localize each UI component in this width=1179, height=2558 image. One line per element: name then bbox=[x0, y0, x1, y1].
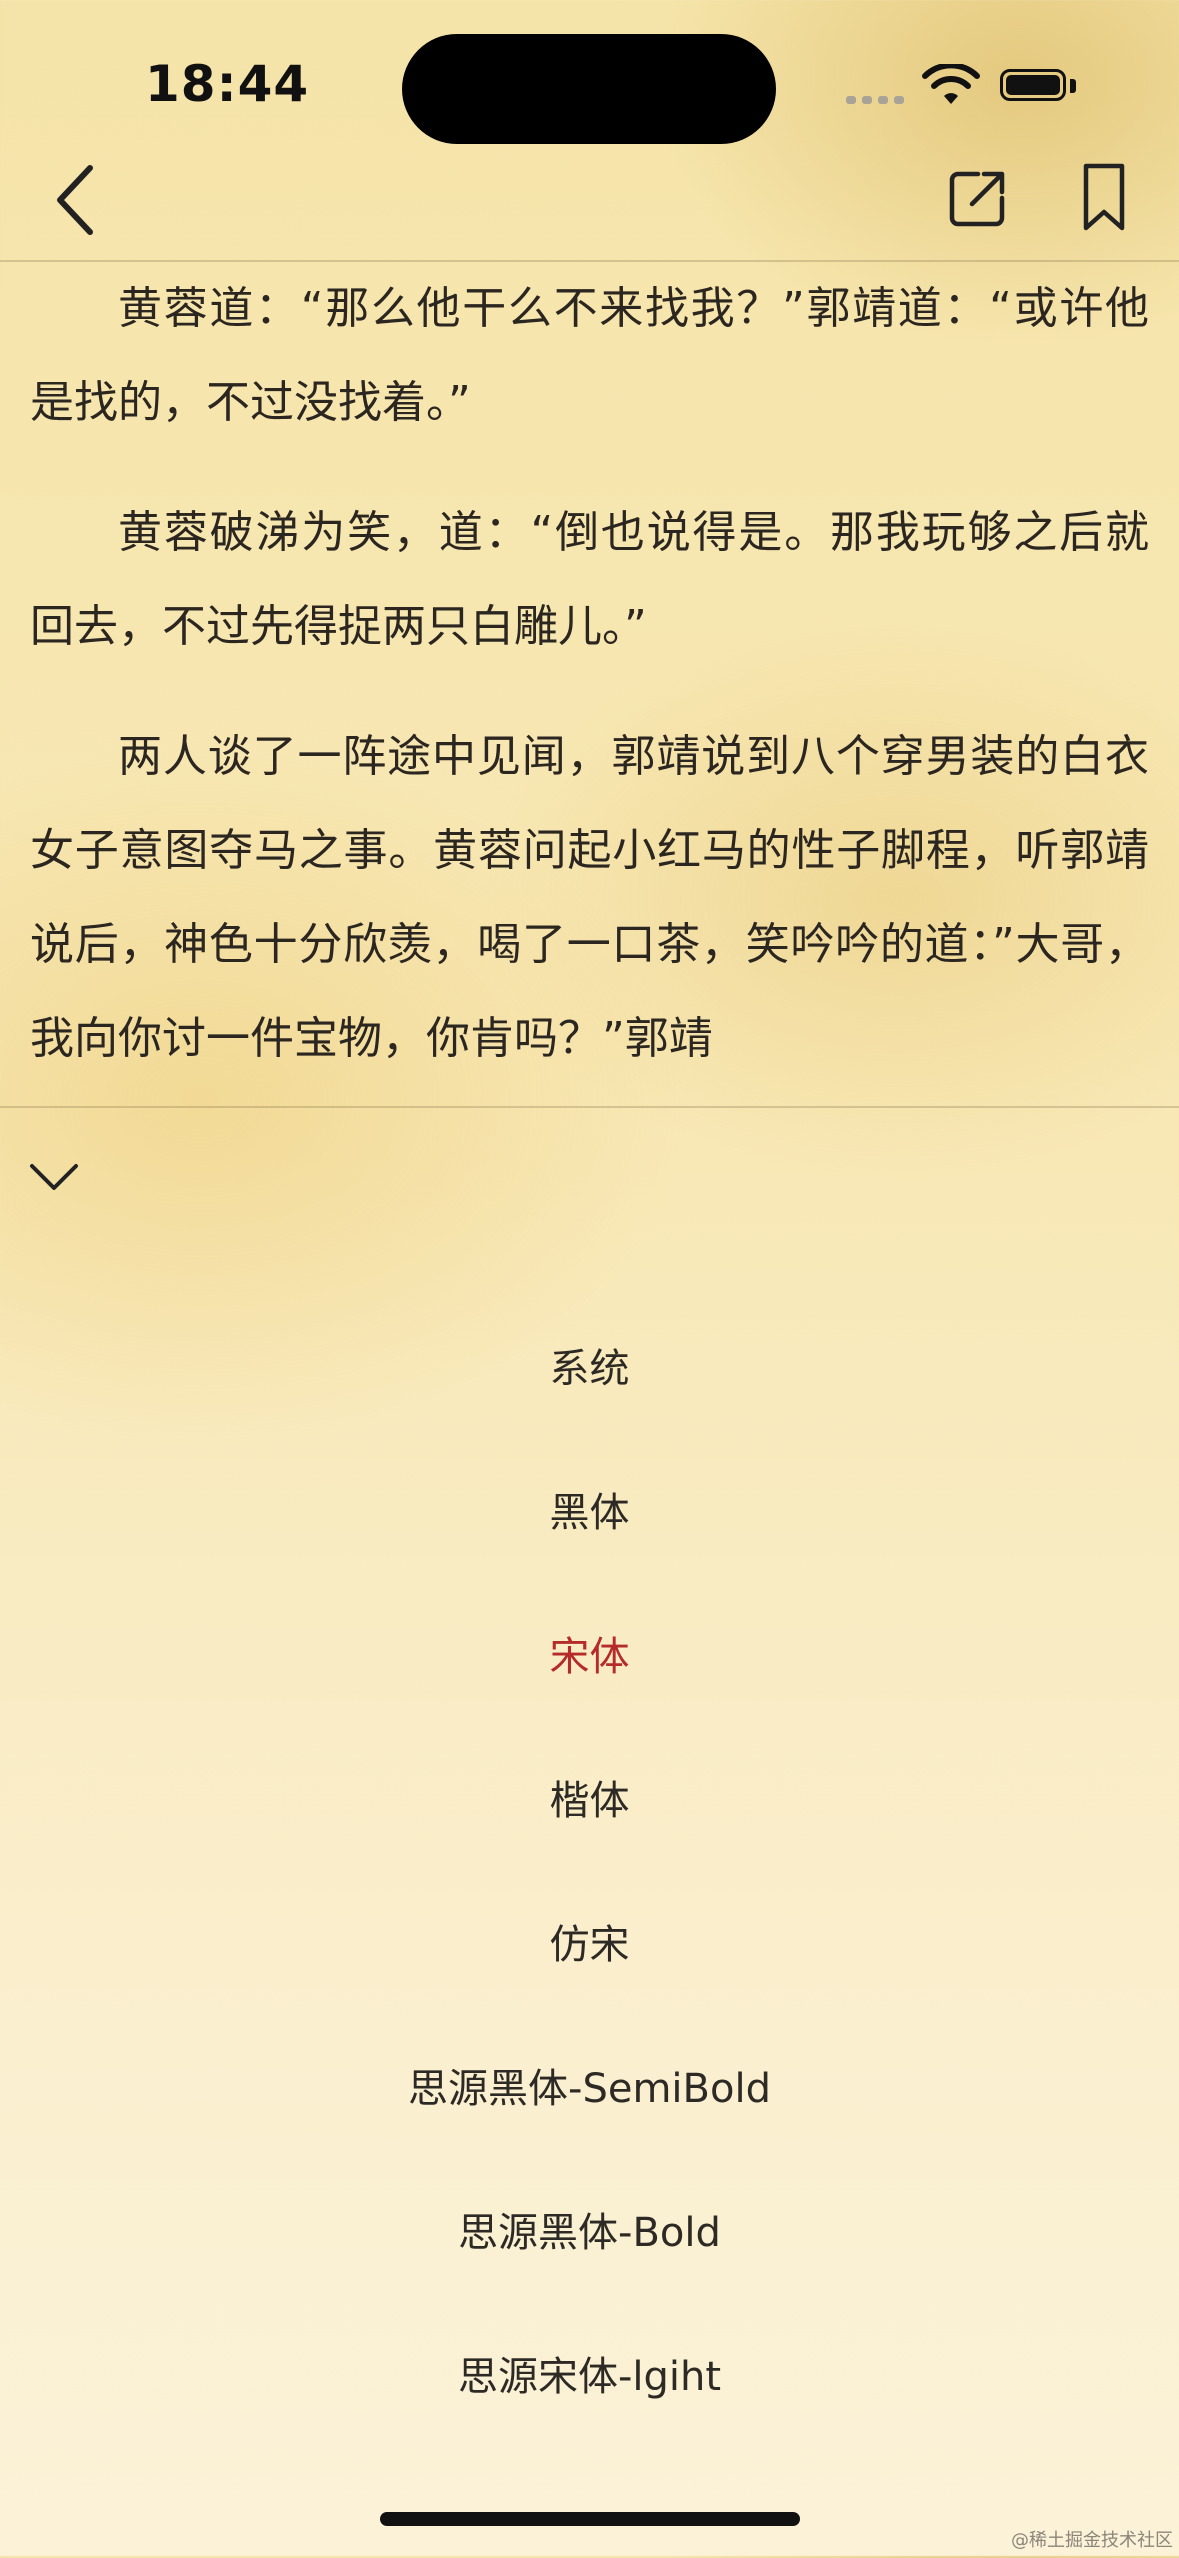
cellular-signal-icon bbox=[846, 96, 904, 104]
battery-icon bbox=[1000, 69, 1066, 101]
battery-cap bbox=[1070, 79, 1076, 93]
bookmark-icon[interactable] bbox=[1080, 162, 1128, 234]
font-option-source-han-sans-semibold[interactable]: 思源黑体-SemiBold bbox=[0, 2013, 1179, 2157]
wifi-icon bbox=[922, 64, 980, 104]
reading-content[interactable]: 黄蓉道：“那么他干么不来找我？”郭靖道：“或许他是找的，不过没找着。” 黄蓉破涕… bbox=[0, 262, 1179, 1106]
font-option-songti[interactable]: 宋体 bbox=[0, 1581, 1179, 1725]
paragraph: 黄蓉破涕为笑，道：“倒也说得是。那我玩够之后就回去，不过先得捉两只白雕儿。” bbox=[30, 507, 1149, 652]
paragraph: 两人谈了一阵途中见闻，郭靖说到八个穿男装的白衣女子意图夺马之事。黄蓉问起小红马的… bbox=[30, 731, 1149, 1064]
font-option-heiti[interactable]: 黑体 bbox=[0, 1437, 1179, 1581]
font-picker-panel: 系统 黑体 宋体 楷体 仿宋 思源黑体-SemiBold 思源黑体-Bold 思… bbox=[0, 1106, 1179, 2558]
font-option-fangsong[interactable]: 仿宋 bbox=[0, 1869, 1179, 2013]
chevron-down-icon[interactable] bbox=[28, 1160, 80, 1194]
font-option-source-han-sans-bold[interactable]: 思源黑体-Bold bbox=[0, 2157, 1179, 2301]
reader-nav-bar bbox=[0, 150, 1179, 262]
font-list: 系统 黑体 宋体 楷体 仿宋 思源黑体-SemiBold 思源黑体-Bold 思… bbox=[0, 1293, 1179, 2445]
watermark: @稀土掘金技术社区 bbox=[1011, 2530, 1173, 2551]
status-bar: 18:44 bbox=[0, 0, 1179, 150]
font-option-kaiti[interactable]: 楷体 bbox=[0, 1725, 1179, 1869]
paragraph: 黄蓉道：“那么他干么不来找我？”郭靖道：“或许他是找的，不过没找着。” bbox=[30, 283, 1149, 428]
home-indicator[interactable] bbox=[380, 2512, 800, 2526]
font-option-system[interactable]: 系统 bbox=[0, 1293, 1179, 1437]
share-icon[interactable] bbox=[948, 168, 1006, 228]
dynamic-island bbox=[402, 34, 776, 144]
status-time: 18:44 bbox=[145, 55, 310, 113]
font-option-source-han-serif-light[interactable]: 思源宋体-lgiht bbox=[0, 2301, 1179, 2445]
chevron-left-icon[interactable] bbox=[48, 160, 102, 240]
